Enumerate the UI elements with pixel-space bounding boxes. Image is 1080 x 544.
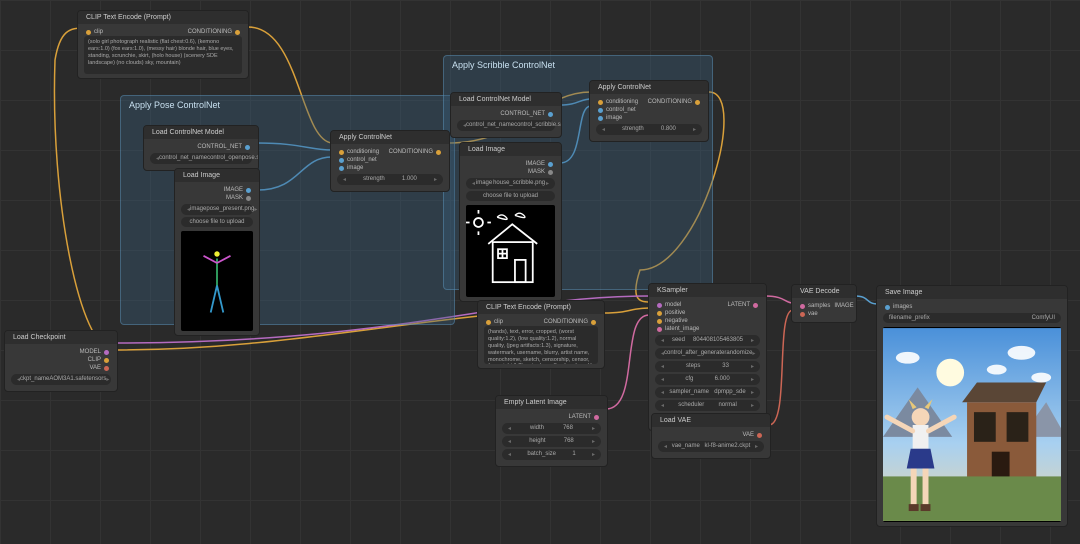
sampler-widget[interactable]: ◂sampler_namedpmpp_sde▸ — [655, 387, 760, 398]
pose-preview — [181, 231, 253, 331]
port-controlnet: CONTROL_NET — [197, 144, 242, 150]
port-vae: VAE — [89, 365, 101, 371]
port-vae: vae — [808, 311, 818, 317]
port-clip: CLIP — [88, 357, 101, 363]
port-cond-in: conditioning — [347, 149, 379, 155]
port-mask: MASK — [528, 169, 545, 175]
node-scribble-apply-cn[interactable]: Apply ControlNet conditioning CONDITIONIN… — [589, 80, 709, 142]
cn-name-widget[interactable]: ◂control_net_namecontrol_openpose.safete… — [150, 153, 252, 164]
img-widget[interactable]: ◂imagehouse_scribble.png▸ — [466, 178, 555, 189]
node-clip-encode-neg[interactable]: CLIP Text Encode (Prompt) clip CONDITION… — [477, 300, 605, 369]
port-latent: LATENT — [568, 414, 591, 420]
strength-widget[interactable]: ◂strength1.000▸ — [337, 174, 443, 185]
port-in-clip: clip — [494, 319, 503, 325]
node-title: Apply ControlNet — [590, 81, 708, 94]
width-widget[interactable]: ◂width768▸ — [502, 423, 601, 434]
node-ksampler[interactable]: KSampler model LATENT positive negative l… — [648, 283, 767, 431]
port-mask: MASK — [226, 195, 243, 201]
upload-hint[interactable]: choose file to upload — [466, 191, 555, 201]
port-positive: positive — [665, 310, 685, 316]
node-title: CLIP Text Encode (Prompt) — [478, 301, 604, 314]
cag-widget[interactable]: ◂control_after_generaterandomize▸ — [655, 348, 760, 359]
node-title: Load Image — [175, 169, 259, 182]
node-title: Load VAE — [652, 414, 770, 427]
node-scribble-load-image[interactable]: Load Image IMAGE MASK ◂imagehouse_scribb… — [459, 142, 562, 302]
node-title: Load Image — [460, 143, 561, 156]
port-out-conditioning: CONDITIONING — [188, 29, 232, 35]
port-cond-out: CONDITIONING — [648, 99, 692, 105]
group-scribble-title: Apply Scribble ControlNet — [444, 56, 712, 74]
port-controlnet: CONTROL_NET — [500, 111, 545, 117]
prompt-text[interactable]: (solo girl photograph realistic (flat ch… — [84, 36, 242, 74]
node-title: Save Image — [877, 286, 1067, 299]
port-image: IMAGE — [224, 187, 243, 193]
port-images: images — [893, 304, 912, 310]
node-empty-latent[interactable]: Empty Latent Image LATENT ◂width768▸ ◂he… — [495, 395, 608, 467]
node-clip-encode[interactable]: CLIP Text Encode (Prompt) clip CONDITION… — [77, 10, 249, 79]
node-title: Apply ControlNet — [331, 131, 449, 144]
port-cond-out: CONDITIONING — [389, 149, 433, 155]
group-pose-title: Apply Pose ControlNet — [121, 96, 454, 114]
port-image: IMAGE — [526, 161, 545, 167]
port-model: MODEL — [80, 349, 101, 355]
port-cn-in: control_net — [606, 107, 636, 113]
cn-name-widget[interactable]: ◂control_net_namecontrol_scribble.safete… — [457, 120, 555, 131]
img-widget[interactable]: ◂imagepose_present.png▸ — [181, 204, 253, 215]
vae-name-widget[interactable]: ◂vae_namekl-f8-anime2.ckpt▸ — [658, 441, 764, 452]
steps-widget[interactable]: ◂steps33▸ — [655, 361, 760, 372]
node-title: VAE Decode — [792, 285, 856, 298]
strength-widget[interactable]: ◂strength0.800▸ — [596, 124, 702, 135]
ckpt-name-widget[interactable]: ◂ckpt_nameAOM3A1.safetensors▸ — [11, 374, 111, 385]
output-preview — [883, 327, 1061, 522]
node-pose-load-cn[interactable]: Load ControlNet Model CONTROL_NET ◂contr… — [143, 125, 259, 171]
prompt-text-neg[interactable]: (hands), text, error, cropped, (worst qu… — [484, 326, 598, 364]
node-title: Load Checkpoint — [5, 331, 117, 344]
node-vae-decode[interactable]: VAE Decode samples IMAGE vae — [791, 284, 857, 323]
upload-hint[interactable]: choose file to upload — [181, 217, 253, 227]
port-image: IMAGE — [834, 303, 853, 309]
seed-widget[interactable]: ◂seed804408105463805▸ — [655, 335, 760, 346]
port-img-in: image — [347, 165, 363, 171]
port-negative: negative — [665, 318, 688, 324]
node-title: KSampler — [649, 284, 766, 297]
port-model: model — [665, 302, 681, 308]
node-pose-apply-cn[interactable]: Apply ControlNet conditioning CONDITIONIN… — [330, 130, 450, 192]
node-title: Load ControlNet Model — [144, 126, 258, 139]
port-cn-in: control_net — [347, 157, 377, 163]
port-out-cond: CONDITIONING — [544, 319, 588, 325]
scribble-preview — [466, 205, 555, 297]
filename-widget[interactable]: filename_prefixComfyUI — [883, 313, 1061, 323]
node-load-vae[interactable]: Load VAE VAE ◂vae_namekl-f8-anime2.ckpt▸ — [651, 413, 771, 459]
port-in-clip: clip — [94, 29, 103, 35]
node-load-checkpoint[interactable]: Load Checkpoint MODEL CLIP VAE ◂ckpt_nam… — [4, 330, 118, 392]
port-vae: VAE — [742, 432, 754, 438]
port-samples: samples — [808, 303, 830, 309]
port-img-in: image — [606, 115, 622, 121]
port-cond-in: conditioning — [606, 99, 638, 105]
scheduler-widget[interactable]: ◂schedulernormal▸ — [655, 400, 760, 411]
batch-widget[interactable]: ◂batch_size1▸ — [502, 449, 601, 460]
port-latent-in: latent_image — [665, 326, 699, 332]
node-title: Load ControlNet Model — [451, 93, 561, 106]
node-scribble-load-cn[interactable]: Load ControlNet Model CONTROL_NET ◂contr… — [450, 92, 562, 138]
node-title: Empty Latent Image — [496, 396, 607, 409]
node-title: CLIP Text Encode (Prompt) — [78, 11, 248, 24]
port-latent: LATENT — [727, 302, 750, 308]
height-widget[interactable]: ◂height768▸ — [502, 436, 601, 447]
node-save-image[interactable]: Save Image images filename_prefixComfyUI — [876, 285, 1068, 527]
node-pose-load-image[interactable]: Load Image IMAGE MASK ◂imagepose_present… — [174, 168, 260, 336]
cfg-widget[interactable]: ◂cfg6.000▸ — [655, 374, 760, 385]
